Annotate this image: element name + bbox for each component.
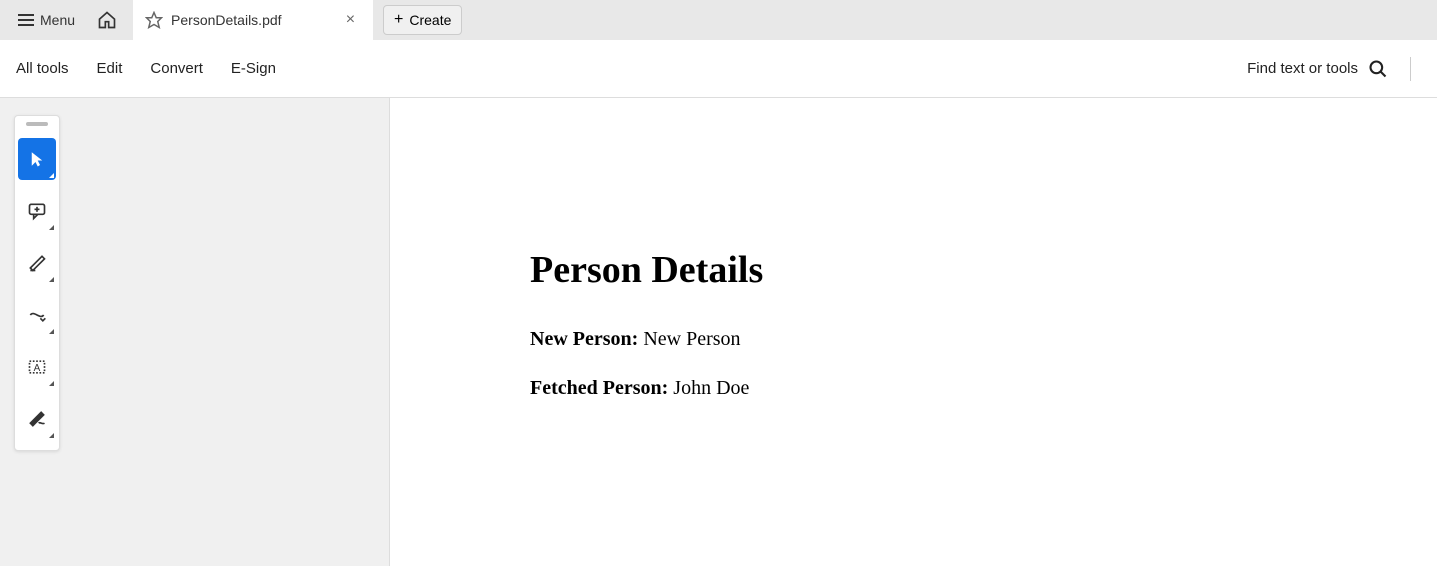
toolbar: All tools Edit Convert E-Sign Find text … — [0, 40, 1437, 98]
tab-title: PersonDetails.pdf — [171, 12, 332, 28]
plus-icon: + — [394, 11, 403, 29]
toolbar-edit[interactable]: Edit — [97, 60, 123, 77]
toolbar-convert[interactable]: Convert — [150, 60, 203, 77]
doc-line1-label: New Person: — [530, 328, 638, 350]
comment-tool[interactable] — [18, 190, 56, 232]
menu-section: Menu — [0, 0, 123, 40]
create-button[interactable]: + Create — [383, 5, 462, 35]
home-button[interactable] — [91, 4, 123, 36]
sign-icon — [27, 409, 47, 429]
select-tool[interactable] — [18, 138, 56, 180]
star-icon — [145, 11, 163, 29]
toolbar-right: Find text or tools — [1247, 57, 1421, 81]
doc-line2-label: Fetched Person: — [530, 377, 668, 399]
freehand-icon — [27, 305, 47, 325]
sign-tool[interactable] — [18, 398, 56, 440]
home-icon — [97, 10, 117, 30]
top-bar: Menu PersonDetails.pdf × + Create — [0, 0, 1437, 40]
close-tab-button[interactable]: × — [340, 9, 361, 31]
draw-tool[interactable] — [18, 294, 56, 336]
document-viewer[interactable]: Person Details New Person: New Person Fe… — [390, 98, 1437, 566]
doc-line-1: New Person: New Person — [530, 328, 1297, 351]
hamburger-icon — [18, 14, 34, 26]
svg-text:A: A — [34, 363, 41, 374]
document-tab[interactable]: PersonDetails.pdf × — [133, 0, 373, 40]
toolbar-left: All tools Edit Convert E-Sign — [16, 60, 276, 77]
doc-line2-value: John Doe — [673, 377, 749, 399]
create-label: Create — [409, 12, 451, 28]
highlight-icon — [27, 253, 47, 273]
side-toolbar: A — [14, 115, 60, 451]
doc-line1-value: New Person — [643, 328, 740, 350]
doc-heading: Person Details — [530, 248, 1297, 292]
comment-icon — [27, 201, 47, 221]
drag-handle[interactable] — [26, 122, 48, 126]
textbox-icon: A — [27, 357, 47, 377]
search-icon — [1368, 59, 1388, 79]
cursor-icon — [28, 149, 46, 169]
highlight-tool[interactable] — [18, 242, 56, 284]
textbox-tool[interactable]: A — [18, 346, 56, 388]
toolbar-all-tools[interactable]: All tools — [16, 60, 69, 77]
find-label[interactable]: Find text or tools — [1247, 60, 1358, 77]
doc-line-2: Fetched Person: John Doe — [530, 377, 1297, 400]
toolbar-esign[interactable]: E-Sign — [231, 60, 276, 77]
menu-label: Menu — [40, 12, 75, 28]
menu-button[interactable]: Menu — [10, 6, 83, 34]
toolbar-divider — [1410, 57, 1411, 81]
content-area: Person Details New Person: New Person Fe… — [0, 98, 1437, 566]
search-button[interactable] — [1368, 59, 1388, 79]
